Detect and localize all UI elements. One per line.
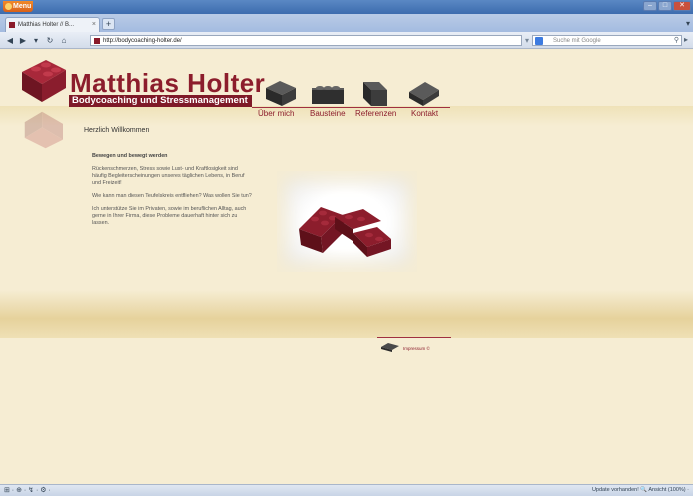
- red-bricks-image: [299, 207, 391, 257]
- welcome-heading: Herzlich Willkommen: [84, 127, 150, 134]
- nav-link-contact[interactable]: Kontakt: [411, 109, 438, 118]
- search-placeholder: Suche mit Google: [553, 38, 601, 44]
- tab-title: Matthias Holter // B...: [18, 22, 75, 28]
- addon-bar-icons[interactable]: ⊞ · ⊕ · ↯ · ⚙ ·: [4, 486, 51, 494]
- status-bar: ⊞ · ⊕ · ↯ · ⚙ · Update vorhanden! 🔍 Ansi…: [0, 484, 693, 496]
- toolbar-overflow-icon[interactable]: ▸: [684, 35, 688, 44]
- nav-link-references[interactable]: Referenzen: [355, 109, 396, 118]
- home-button[interactable]: ⌂: [58, 35, 70, 46]
- footer-brick-icon: [381, 343, 399, 352]
- nav-link-modules[interactable]: Bausteine: [310, 109, 346, 118]
- logo-brick-icon[interactable]: [18, 58, 68, 104]
- web-page: Matthias Holter Bodycoaching und Stressm…: [0, 50, 693, 484]
- imprint-link[interactable]: Impressum ©: [403, 346, 430, 351]
- close-tab-icon[interactable]: ×: [92, 18, 96, 32]
- nav-brick-modules-icon[interactable]: [308, 78, 348, 108]
- new-tab-button[interactable]: +: [102, 18, 115, 30]
- close-window-button[interactable]: ✕: [673, 1, 691, 11]
- intro-paragraph: Wie kann man diesen Teufelskreis entflie…: [92, 193, 252, 199]
- url-dropdown-icon[interactable]: ▾: [525, 36, 529, 45]
- intro-paragraph: Rückenschmerzen, Stress sowie Lust- und …: [92, 166, 245, 186]
- search-icon[interactable]: ⚲: [674, 36, 679, 46]
- url-bar[interactable]: http://bodycoaching-holter.de/: [90, 35, 522, 46]
- logo-reflection: [24, 111, 64, 149]
- title-bar: Menu – □ ✕: [0, 0, 693, 14]
- nav-brick-references-icon[interactable]: [355, 78, 395, 108]
- site-identity-icon: [94, 38, 100, 44]
- site-title[interactable]: Matthias Holter: [70, 70, 265, 96]
- favicon-icon: [9, 22, 15, 28]
- nav-underline: [252, 107, 450, 108]
- firefox-icon: [5, 3, 12, 10]
- footer-band: [0, 290, 693, 338]
- site-subtitle: Bodycoaching und Stressmanagement: [69, 95, 252, 107]
- maximize-button[interactable]: □: [658, 1, 672, 11]
- url-text: http://bodycoaching-holter.de/: [103, 38, 182, 44]
- browser-tab[interactable]: Matthias Holter // B... ×: [5, 17, 100, 32]
- nav-brick-contact-icon[interactable]: [403, 78, 443, 108]
- status-text[interactable]: Update vorhanden! 🔍 Ansicht (100%) ·: [592, 487, 689, 493]
- header-band: [0, 106, 693, 126]
- footer-divider: [377, 337, 451, 338]
- nav-link-about[interactable]: Über mich: [258, 109, 294, 118]
- menu-label: Menu: [13, 3, 32, 10]
- search-engine-icon[interactable]: [535, 37, 543, 45]
- tab-strip: Matthias Holter // B... × + ▾: [0, 14, 693, 32]
- back-button[interactable]: ◀: [4, 35, 16, 46]
- bricks-photo: [277, 171, 417, 272]
- search-input[interactable]: Suche mit Google ⚲: [532, 35, 682, 46]
- intro-text: Bewegen und bewegt werden Rückenschmerze…: [92, 153, 252, 233]
- navigation-toolbar: ◀ ▶ ▾ ↻ ⌂ http://bodycoaching-holter.de/…: [0, 32, 693, 49]
- minimize-button[interactable]: –: [643, 1, 657, 11]
- firefox-menu-button[interactable]: Menu: [3, 1, 33, 12]
- forward-button[interactable]: ▶: [17, 35, 29, 46]
- reload-button[interactable]: ↻: [44, 35, 56, 46]
- intro-paragraph: Ich unterstütze Sie im Privaten, sowie i…: [92, 206, 247, 226]
- list-tabs-icon[interactable]: ▾: [686, 19, 690, 28]
- nav-brick-about-icon[interactable]: [262, 78, 302, 108]
- history-dropdown-icon[interactable]: ▾: [30, 35, 42, 46]
- window-controls: – □ ✕: [643, 1, 691, 11]
- intro-heading: Bewegen und bewegt werden: [92, 153, 168, 159]
